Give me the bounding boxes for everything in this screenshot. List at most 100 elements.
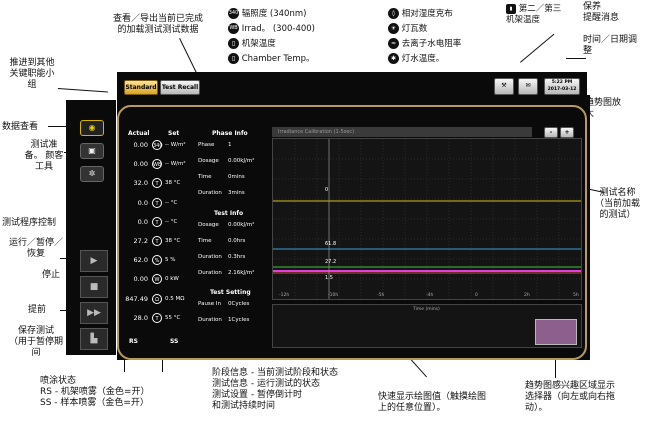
reading-icon: T <box>152 216 162 227</box>
info-value: 1Cycles <box>228 317 250 323</box>
data-view-button[interactable]: ◉ <box>80 120 104 136</box>
wide-band-icon: WB <box>228 23 239 34</box>
fast-forward-icon: ▶▶ <box>87 308 101 318</box>
date-text: 2017-03-12 <box>547 87 577 92</box>
envelope-icon: ✉ <box>525 82 531 89</box>
leader-line <box>57 88 108 93</box>
reading-set: 0.5 MΩ <box>165 295 185 302</box>
cursor-value: 0 <box>325 187 328 193</box>
advance-button[interactable]: ▶▶ <box>80 302 108 324</box>
thermometer-icon: ▯ <box>228 38 239 49</box>
stop-icon: ■ <box>89 282 99 292</box>
x-tick-label: 2h <box>524 292 530 298</box>
test-recall-button[interactable]: Test Recall <box>160 80 200 95</box>
reading-actual: 27.2 <box>133 237 148 245</box>
col-set-header: Set <box>168 130 180 137</box>
reading-icon: T <box>152 236 162 246</box>
reading-set: 5 % <box>165 257 176 264</box>
maintenance-button[interactable]: ⚒ <box>494 78 514 95</box>
wrench-icon: ⚒ <box>501 82 507 89</box>
rack23-icon: ▮ <box>506 4 516 14</box>
stop-button[interactable]: ■ <box>80 276 108 298</box>
play-icon: ▶ <box>90 256 98 266</box>
reading-actual: 847.49 <box>125 294 148 303</box>
region-selector[interactable] <box>535 319 577 345</box>
zoom-in-button[interactable]: + <box>560 127 574 138</box>
info-key: Time <box>198 174 212 180</box>
standard-button[interactable]: Standard <box>124 80 158 95</box>
reading-actual: 0.00 <box>133 141 148 149</box>
reading-icon: WB <box>152 159 162 170</box>
ann-datetime: 时间／日期调 整 <box>583 35 638 56</box>
reading-icon: Ω <box>152 293 162 304</box>
reading-set: 55 °C <box>165 314 181 321</box>
test-prep-button[interactable]: ▣ <box>80 143 104 159</box>
ann-maintenance: 保养 提醒消息 <box>583 2 620 23</box>
x-tick-label: -10h <box>328 292 338 298</box>
legend-lamp-temp: ✱ 灯水温度。 <box>388 52 444 64</box>
col-actual-header: Actual <box>128 130 150 137</box>
legend-irradiance-340: 340 辐照度 (340nm) <box>228 8 307 19</box>
datetime-button[interactable]: 5:22 PM 2017-03-12 <box>544 78 580 95</box>
legend-rack-temp: ▯ 机架温度 <box>228 37 276 49</box>
irradiance-icon: 340 <box>228 8 239 19</box>
leader-line <box>566 58 586 59</box>
x-tick-label: 0 <box>475 292 478 298</box>
ann-spray-status: 喷涂状态 RS - 机架喷雾（金色=开） SS - 样本喷雾（金色=开） <box>40 376 150 408</box>
ann-test-name: 测试名称 （当前加载 的测试） <box>594 188 640 220</box>
rs-label: RS <box>129 338 138 345</box>
ann-data-view: 数据查看 <box>2 122 39 132</box>
ann-test-control: 测试程序控制 <box>2 218 57 228</box>
info-value: 0mins <box>228 174 245 180</box>
graph-test-name: Irradiance Calibration (1-5sec) <box>272 127 532 137</box>
info-value: 3mins <box>228 190 245 196</box>
reading-set: -- °C <box>165 199 178 206</box>
lamp-icon: ☀ <box>388 23 399 34</box>
gears-icon: ✲ <box>88 169 96 178</box>
info-value: 0.00kJ/m² <box>228 222 255 228</box>
test-setting-title: Test Setting <box>210 289 251 296</box>
legend-di-water: ≈ 去离子水电阻率 <box>388 37 461 49</box>
info-key: Duration <box>198 190 222 196</box>
legend-irrad-range: WB Irrad。 (300-400) <box>228 23 316 34</box>
trend-plot[interactable]: 0 61.8 27.2 1.5 -12h -10h -5h -4h 0 2h 5h <box>273 139 581 299</box>
tools-button[interactable]: ✲ <box>80 166 104 182</box>
save-test-button[interactable]: ▙ <box>80 328 108 350</box>
info-key: Dosage <box>198 222 219 228</box>
ann-advance: 提前 <box>28 305 47 315</box>
reading-actual: 0.00 <box>133 275 148 284</box>
lamp-temp-icon: ✱ <box>388 53 399 64</box>
ann-save-test: 保存测试 （用于暂停期 间 <box>8 326 63 358</box>
legend-rh: ◊ 相对湿度克布 <box>388 7 453 19</box>
info-value: 0.00kJ/m² <box>228 158 255 164</box>
reading-set: -- W/m² <box>165 142 186 148</box>
info-value: 0Cycles <box>228 301 250 307</box>
trend-overview[interactable]: Time (mins) <box>272 304 582 348</box>
time-text: 5:22 PM <box>551 80 573 85</box>
eye-icon: ◉ <box>88 123 96 132</box>
ann-run-pause: 运行／暂停／ 恢复 <box>8 238 63 259</box>
run-pause-button[interactable]: ▶ <box>80 250 108 272</box>
x-tick-label: -12h <box>279 292 289 298</box>
legend-rack23-temp: ▮ 第二／第三 机架温度 <box>506 4 562 25</box>
ss-label: SS <box>170 338 179 345</box>
info-value: 1 <box>228 142 232 148</box>
zoom-out-button[interactable]: - <box>544 127 558 138</box>
cursor-value: 61.8 <box>325 241 336 247</box>
ann-trend-selector: 趋势图感兴趣区域显示 选择器（向左或向右拖 动）。 <box>525 381 616 413</box>
reading-actual: 0.0 <box>137 217 148 226</box>
info-key: Dosage <box>198 158 219 164</box>
reading-icon: 340 <box>152 140 163 150</box>
reading-set: -- °C <box>165 218 178 225</box>
info-key: Duration <box>198 270 222 276</box>
cursor-value: 27.2 <box>325 259 336 265</box>
test-info-title: Test Info <box>214 210 244 217</box>
message-button[interactable]: ✉ <box>518 78 538 95</box>
humidity-icon: ◊ <box>388 8 399 19</box>
reading-actual: 0.00 <box>133 160 148 169</box>
info-key: Phase <box>198 142 215 148</box>
xlabel: Time (mins) <box>413 307 440 312</box>
info-value: 2.16kJ/m² <box>228 270 255 276</box>
trend-graph[interactable]: 0 61.8 27.2 1.5 -12h -10h -5h -4h 0 2h 5h <box>272 138 582 300</box>
ann-recall: 查看／导出当前已完成 的加载测试测试数据 <box>112 14 203 35</box>
